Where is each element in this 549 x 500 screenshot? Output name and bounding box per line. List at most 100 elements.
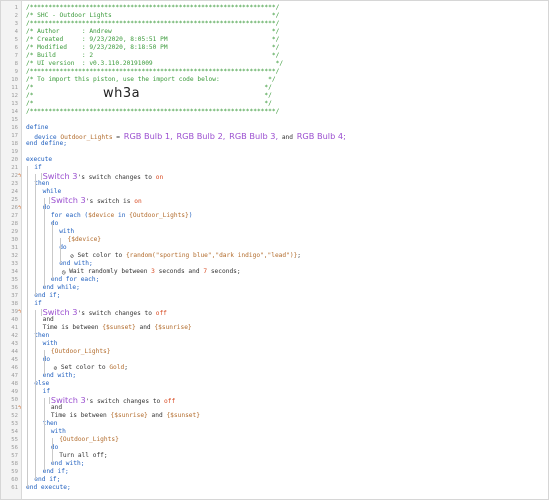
code-line[interactable]: /* */ <box>26 100 272 108</box>
code-line[interactable]: /* To import this piston, use the import… <box>26 76 276 84</box>
statement-text: {$sunset} <box>102 324 136 331</box>
statement-text: = <box>116 134 121 141</box>
code-line[interactable]: /* SHC - Outdoor Lights */ <box>26 12 279 20</box>
code-line[interactable]: end execute; <box>26 484 71 492</box>
line-number: 18 <box>11 141 18 147</box>
code-line[interactable]: end while; <box>43 284 80 292</box>
code-line[interactable]: {Outdoor_Lights} <box>59 436 119 444</box>
device-name: RGB Bulb 1, <box>123 131 173 141</box>
block-guide <box>43 350 45 376</box>
line-number: 44 <box>11 349 18 355</box>
line-number-gutter: 1 2 3 4 5 6 7 8 9 10 11 12 13 14 15 16 17 18 19 20 21 22 23 24 2… <box>1 1 22 499</box>
code-line[interactable]: execute <box>26 156 52 164</box>
keyword: then <box>34 180 50 187</box>
code-line[interactable]: Switch 3's switch changes to on <box>43 172 164 181</box>
keyword: in <box>117 212 126 219</box>
device-name: RGB Bulb 4; <box>296 131 346 141</box>
code-line[interactable]: end with; <box>59 260 93 268</box>
keyword: end with; <box>59 260 93 267</box>
comment-text: /***************************************… <box>26 4 280 11</box>
code-line[interactable]: /* Modified : 9/23/2020, 8:18:50 PM */ <box>26 44 279 52</box>
code-line[interactable]: Turn all off; <box>59 452 107 460</box>
code-line[interactable]: /***************************************… <box>26 68 279 76</box>
code-line[interactable]: if <box>34 164 41 172</box>
code-line[interactable]: Time is between {$sunset} and {$sunrise} <box>43 324 192 332</box>
keyword: end if; <box>34 292 61 299</box>
code-line[interactable]: then <box>34 180 49 188</box>
line-number: 13 <box>11 101 18 107</box>
code-line[interactable]: /* Created : 9/23/2020, 8:05:51 PM */ <box>26 36 279 44</box>
line-number: 15 <box>11 117 18 123</box>
code-line[interactable]: with <box>59 228 74 236</box>
code-line[interactable]: end with; <box>51 460 85 468</box>
comment-text: /* */ <box>26 92 272 99</box>
code-line[interactable]: Set color to Gold; <box>61 364 128 372</box>
line-number: 6 <box>14 45 18 51</box>
keyword: with <box>42 340 58 347</box>
comment-text: /* UI version : v0.3.110.20191009 */ <box>26 60 284 67</box>
keyword: end define; <box>26 140 67 147</box>
statement-text: on <box>134 198 142 205</box>
trigger-bolt-icon: ϟ <box>18 405 22 411</box>
statement-text: Gold <box>109 364 125 371</box>
line-number: 46 <box>11 365 18 371</box>
comment-text: /* To import this piston, use the import… <box>26 76 276 83</box>
code-line[interactable]: if <box>43 388 50 396</box>
code-line[interactable]: /***************************************… <box>26 108 279 116</box>
code-line[interactable]: with <box>51 428 66 436</box>
code-line[interactable]: Switch 3's switch changes to off <box>43 308 167 317</box>
code-line[interactable]: /* Build : 2 */ <box>26 52 279 60</box>
device-name: RGB Bulb 3, <box>229 131 279 141</box>
block-guide <box>43 198 45 288</box>
code-line[interactable]: device Outdoor_Lights = RGB Bulb 1, RGB … <box>34 131 346 141</box>
code-line[interactable]: Switch 3's switch is on <box>50 195 142 205</box>
code-line[interactable]: end if; <box>34 476 60 484</box>
code-line[interactable]: else <box>34 380 49 388</box>
code-line[interactable]: Set color to {random("sporting blue","da… <box>78 252 302 260</box>
device-name: Switch 3 <box>50 195 86 205</box>
code-line[interactable]: {$device} <box>68 236 102 244</box>
code-line[interactable]: end if; <box>34 292 60 300</box>
line-number: 1 <box>14 5 18 11</box>
trigger-bolt-icon: ϟ <box>18 173 22 179</box>
code-line[interactable]: Switch 3's switch changes to off <box>51 396 175 405</box>
statement-text: Time is between <box>50 412 107 419</box>
code-line[interactable]: /* */ <box>26 84 272 92</box>
code-line[interactable]: /* UI version : v0.3.110.20191009 */ <box>26 60 283 68</box>
statement-text: ; <box>297 252 302 259</box>
code-line[interactable]: end define; <box>26 140 67 148</box>
code-line[interactable]: /***************************************… <box>26 4 279 12</box>
comment-text: /***************************************… <box>26 20 280 27</box>
comment-text: /* SHC - Outdoor Lights */ <box>26 12 280 19</box>
code-line[interactable]: define <box>26 124 48 132</box>
code-line[interactable]: and <box>43 316 54 324</box>
code-line[interactable]: /***************************************… <box>26 20 279 28</box>
code-line[interactable]: {Outdoor_Lights} <box>51 348 111 356</box>
keyword: end with; <box>42 372 77 379</box>
statement-text: 's switch changes to <box>85 398 161 405</box>
code-line[interactable]: if <box>34 300 41 308</box>
code-line[interactable]: end for each; <box>51 276 99 284</box>
statement-text: 's switch is <box>85 198 131 205</box>
code-line[interactable]: /* */ <box>26 92 272 100</box>
code-line[interactable]: Time is between {$sunrise} and {$sunset} <box>51 412 200 420</box>
line-number: 43 <box>11 341 18 347</box>
line-number: 42 <box>11 333 18 339</box>
code-line[interactable]: end with; <box>43 372 77 380</box>
code-line[interactable]: end if; <box>43 468 69 476</box>
comment-text: /* */ <box>26 100 272 107</box>
line-number: 32 <box>11 253 18 259</box>
code-line[interactable]: and <box>51 404 62 412</box>
code-line[interactable]: for each ($device in {Outdoor_Lights}) <box>51 212 193 220</box>
line-number: 41 <box>11 325 18 331</box>
comment-text: /* Build : 2 */ <box>26 52 280 59</box>
keyword: with <box>50 428 66 435</box>
line-number: 59 <box>11 469 18 475</box>
code-line[interactable]: then <box>43 420 58 428</box>
code-line[interactable]: with <box>43 340 58 348</box>
code-line[interactable]: then <box>34 332 49 340</box>
code-line[interactable]: Wait randomly between 3 seconds and 7 se… <box>69 268 240 276</box>
keyword: define <box>26 124 49 131</box>
block-guide <box>51 222 53 280</box>
code-line[interactable]: /* Author : Andrew */ <box>26 28 279 36</box>
